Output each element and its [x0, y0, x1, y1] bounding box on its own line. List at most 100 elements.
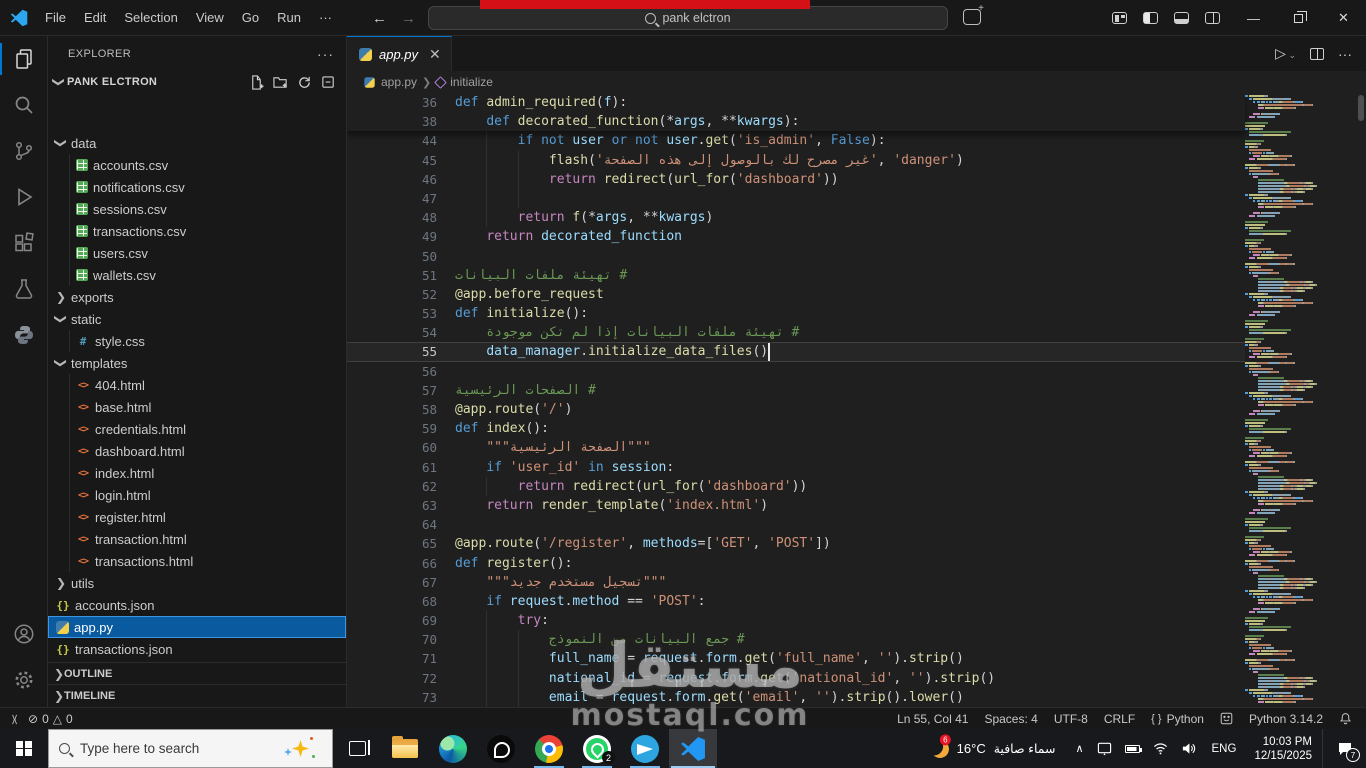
tree-item-index-html[interactable]: <> index.html	[48, 462, 346, 484]
code-line-73[interactable]: 73 email = request.form.get('email', '')…	[347, 687, 1245, 707]
tree-item-style-css[interactable]: # style.css	[48, 330, 346, 352]
code-line-45[interactable]: 45 flash('غير مصرح لك بالوصول إلى هذه ال…	[347, 150, 1245, 170]
code-line-36[interactable]: 36 def admin_required(f):	[347, 93, 1245, 112]
tree-item-register-html[interactable]: <> register.html	[48, 506, 346, 528]
activity-explorer-icon[interactable]	[0, 36, 48, 82]
activity-python-icon[interactable]	[0, 312, 48, 358]
line-number[interactable]: 45	[347, 151, 437, 170]
tree-item-notifications-csv[interactable]: notifications.csv	[48, 176, 346, 198]
language-mode[interactable]: { } Python	[1151, 712, 1204, 726]
line-number[interactable]: 59	[347, 419, 437, 438]
line-number[interactable]: 47	[347, 189, 437, 208]
line-number[interactable]: 44	[347, 131, 437, 150]
line-number[interactable]: 60	[347, 438, 437, 457]
line-number[interactable]: 69	[347, 611, 437, 630]
menu-file[interactable]: File	[36, 5, 75, 31]
remote-indicator-icon[interactable]: ><	[9, 714, 20, 722]
tree-item-dashboard-html[interactable]: <> dashboard.html	[48, 440, 346, 462]
python-interpreter[interactable]: Python 3.14.2	[1249, 712, 1323, 726]
line-number[interactable]: 48	[347, 208, 437, 227]
line-number[interactable]: 56	[347, 362, 437, 381]
code-line-55[interactable]: 55 data_manager.initialize_data_files()	[347, 342, 1245, 361]
menu-go[interactable]: Go	[233, 5, 268, 31]
code-line-65[interactable]: 65 @app.route('/register', methods=['GET'…	[347, 534, 1245, 553]
code-line-53[interactable]: 53 def initialize():	[347, 304, 1245, 323]
back-arrow[interactable]: ←	[372, 10, 387, 27]
line-number[interactable]: 70	[347, 630, 437, 649]
code-line-52[interactable]: 52 @app.before_request	[347, 285, 1245, 304]
line-number[interactable]: 67	[347, 573, 437, 592]
encoding[interactable]: UTF-8	[1054, 712, 1088, 726]
code-line-63[interactable]: 63 return render_template('index.html')	[347, 496, 1245, 515]
editor-more-actions[interactable]: ···	[1338, 46, 1352, 62]
line-number[interactable]: 63	[347, 496, 437, 515]
line-number[interactable]: 52	[347, 285, 437, 304]
code-line-48[interactable]: 48 return f(*args, **kwargs)	[347, 208, 1245, 228]
taskbar-vscode-icon[interactable]	[669, 729, 717, 768]
tab-close-icon[interactable]: ✕	[429, 46, 441, 63]
line-number[interactable]: 62	[347, 477, 437, 496]
line-number[interactable]: 65	[347, 534, 437, 553]
menu-more[interactable]: ···	[310, 5, 341, 31]
activity-account-icon[interactable]	[0, 611, 48, 657]
tree-item-accounts-json[interactable]: {} accounts.json	[48, 594, 346, 616]
code-line-44[interactable]: 44 if not user or not user.get('is_admin…	[347, 131, 1245, 151]
tree-folder-data[interactable]: ❯ data	[48, 132, 346, 154]
forward-arrow[interactable]: →	[401, 10, 416, 27]
code-line-66[interactable]: 66 def register():	[347, 554, 1245, 573]
tree-item-accounts-csv[interactable]: accounts.csv	[48, 154, 346, 176]
code-line-54[interactable]: 54 # تهيئة ملفات البيانات إذا لم تكن موج…	[347, 323, 1245, 342]
code-line-57[interactable]: 57 # الصفحات الرئيسية	[347, 381, 1245, 400]
feedback-smiley-icon[interactable]	[1220, 712, 1233, 725]
toggle-secondary-sidebar-icon[interactable]	[1205, 12, 1220, 24]
line-number[interactable]: 61	[347, 458, 437, 477]
line-number[interactable]: 53	[347, 304, 437, 323]
code-line-51[interactable]: 51 # تهيئة ملفات البيانات	[347, 266, 1245, 285]
code-line-50[interactable]: 50	[347, 247, 1245, 266]
code-line-59[interactable]: 59 def index():	[347, 419, 1245, 438]
wifi-icon[interactable]	[1153, 741, 1168, 756]
tree-item-transactions-html[interactable]: <> transactions.html	[48, 550, 346, 572]
weather-widget[interactable]: 6 16°C سماء صافية	[919, 733, 1068, 758]
code-line-58[interactable]: 58 @app.route('/')	[347, 400, 1245, 419]
taskbar-task-view-icon[interactable]	[333, 729, 381, 768]
taskbar-recorder-icon[interactable]	[477, 729, 525, 768]
tree-item-wallets-csv[interactable]: wallets.csv	[48, 264, 346, 286]
code-editor[interactable]: 44 if not user or not user.get('is_admin…	[347, 93, 1366, 707]
activity-search-icon[interactable]	[0, 82, 48, 128]
breadcrumb-symbol[interactable]: initialize	[450, 75, 493, 89]
volume-icon[interactable]	[1181, 741, 1196, 756]
start-button[interactable]	[0, 729, 48, 768]
editor-scrollbar[interactable]	[1356, 93, 1366, 707]
code-line-46[interactable]: 46 return redirect(url_for('dashboard'))	[347, 169, 1245, 189]
taskbar-file-explorer-icon[interactable]	[381, 729, 429, 768]
tree-item-sessions-csv[interactable]: sessions.csv	[48, 198, 346, 220]
line-number[interactable]: 36	[347, 93, 437, 112]
line-number[interactable]: 72	[347, 669, 437, 688]
clock[interactable]: 10:03 PM 12/15/2025	[1244, 735, 1322, 763]
activity-settings-icon[interactable]	[0, 657, 48, 703]
tree-folder-templates[interactable]: ❯ templates	[48, 352, 346, 374]
line-number[interactable]: 38	[347, 112, 437, 131]
line-number[interactable]: 51	[347, 266, 437, 285]
restore-button[interactable]	[1276, 0, 1321, 36]
code-line-49[interactable]: 49 return decorated_function	[347, 227, 1245, 246]
line-number[interactable]: 57	[347, 381, 437, 400]
breadcrumb-file[interactable]: app.py	[381, 75, 417, 89]
line-number[interactable]: 71	[347, 649, 437, 668]
activity-testing-icon[interactable]	[0, 266, 48, 312]
line-number[interactable]: 55	[347, 342, 437, 361]
code-line-69[interactable]: 69 try:	[347, 611, 1245, 631]
toggle-panel-icon[interactable]	[1174, 12, 1189, 24]
activity-source-control-icon[interactable]	[0, 128, 48, 174]
tree-folder-exports[interactable]: ❯ exports	[48, 286, 346, 308]
action-center-button[interactable]: 7	[1322, 729, 1366, 768]
tree-item-transaction-html[interactable]: <> transaction.html	[48, 528, 346, 550]
tray-expand-icon[interactable]: ∧	[1075, 742, 1083, 755]
tree-item-transactions-csv[interactable]: transactions.csv	[48, 220, 346, 242]
line-number[interactable]: 49	[347, 227, 437, 246]
collapse-folders-icon[interactable]	[321, 75, 336, 90]
menu-run[interactable]: Run	[268, 5, 310, 31]
code-line-62[interactable]: 62 return redirect(url_for('dashboard'))	[347, 476, 1245, 496]
menu-view[interactable]: View	[187, 5, 233, 31]
